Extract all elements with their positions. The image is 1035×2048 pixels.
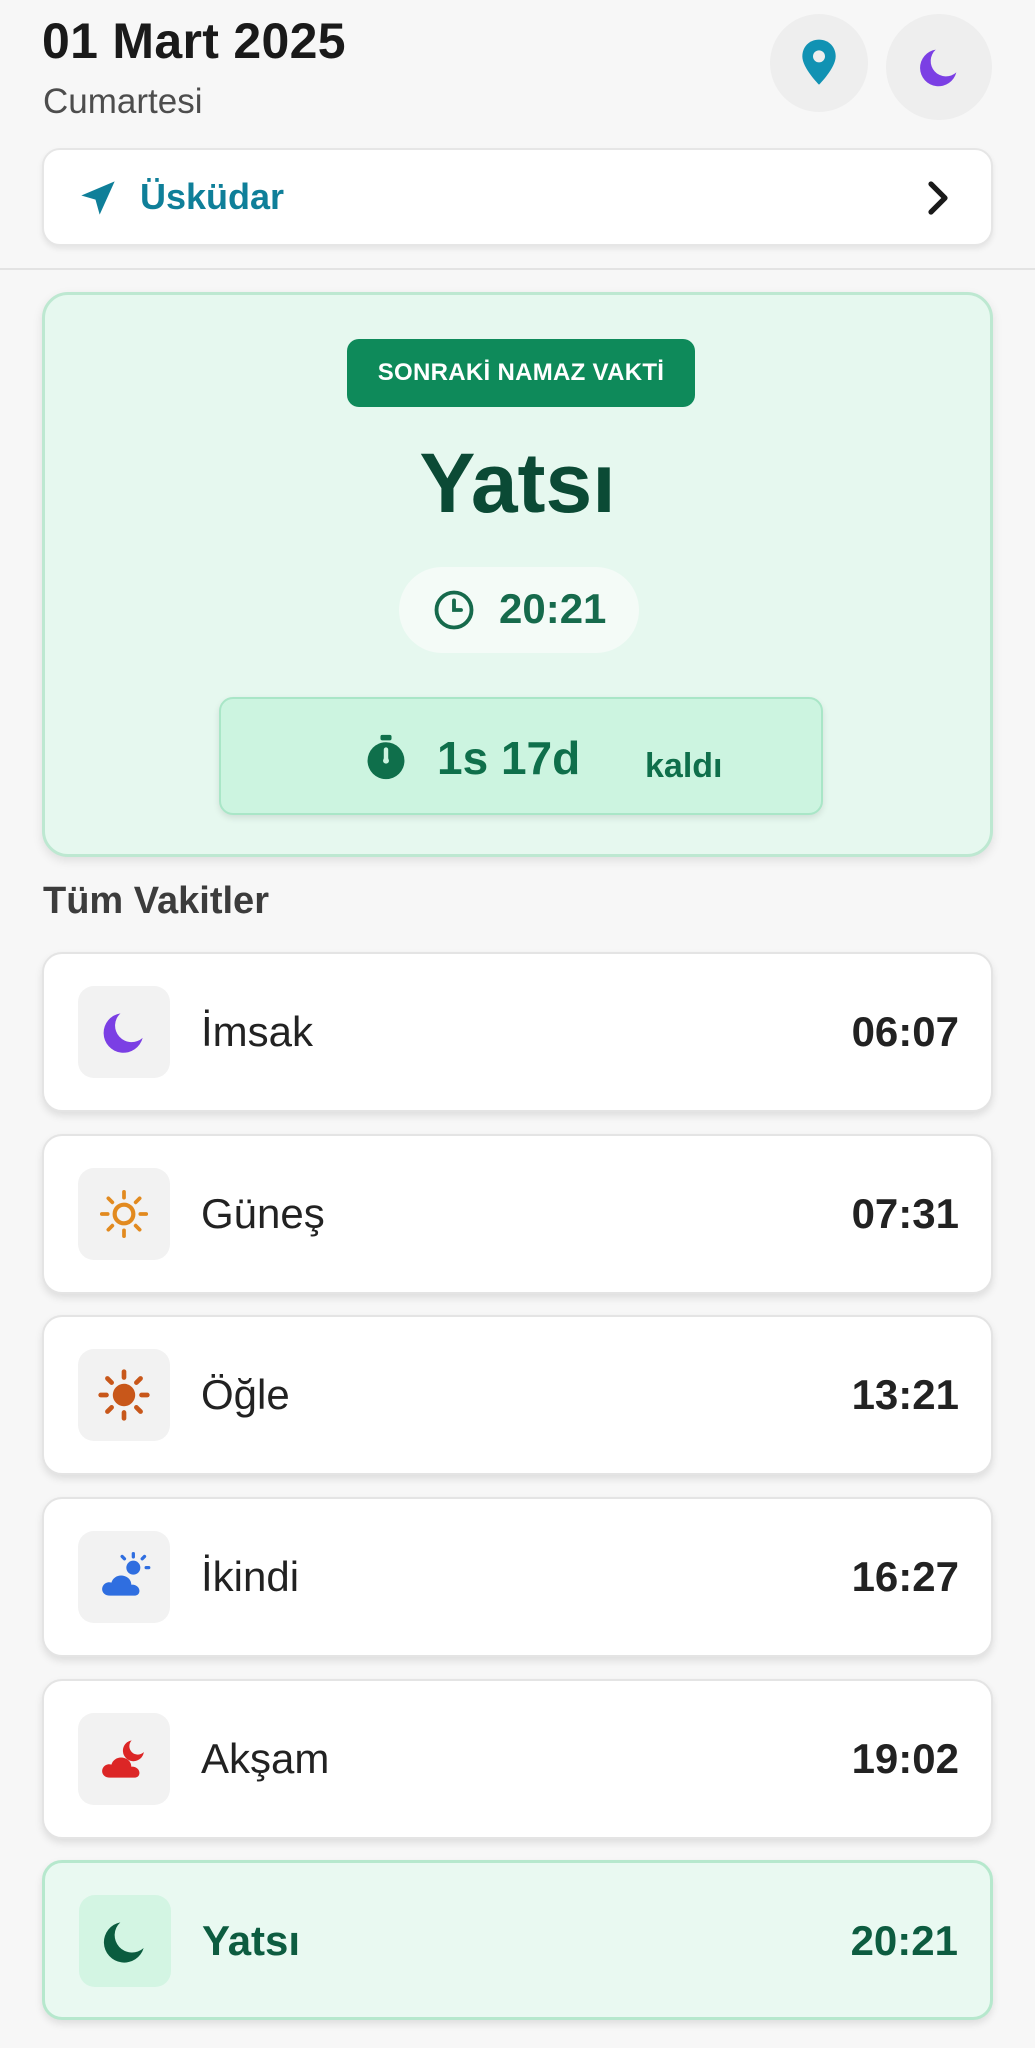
theme-toggle-button[interactable] bbox=[886, 14, 992, 120]
moon-icon bbox=[920, 49, 957, 87]
cloud-sun-icon bbox=[102, 1552, 151, 1596]
next-prayer-card: SONRAKİ NAMAZ VAKTİ Yatsı 20:21 1s 17d k… bbox=[42, 292, 993, 857]
navigation-arrow-icon bbox=[81, 181, 115, 215]
location-name: Üsküdar bbox=[140, 176, 285, 217]
prayer-row-yatsi[interactable]: Yatsı 20:21 bbox=[42, 1860, 993, 2020]
next-prayer-name: Yatsı bbox=[419, 436, 616, 530]
prayer-name: Öğle bbox=[201, 1371, 290, 1418]
next-prayer-time-pill: 20:21 bbox=[399, 567, 639, 653]
prayer-row-gunes[interactable]: Güneş 07:31 bbox=[42, 1134, 993, 1294]
prayer-time: 20:21 bbox=[850, 1917, 958, 1964]
chevron-right-icon bbox=[928, 181, 948, 215]
prayer-row-ikindi[interactable]: İkindi 16:27 bbox=[42, 1497, 993, 1657]
remaining-suffix: kaldı bbox=[645, 747, 723, 785]
prayer-time: 13:21 bbox=[851, 1371, 959, 1418]
prayer-name: İmsak bbox=[201, 1008, 314, 1055]
prayer-name: Akşam bbox=[201, 1735, 330, 1782]
location-button[interactable] bbox=[770, 14, 868, 112]
location-selector[interactable]: Üsküdar bbox=[42, 148, 993, 246]
moon-icon bbox=[103, 1013, 143, 1053]
prayer-icon-box bbox=[78, 1713, 170, 1805]
prayer-time: 19:02 bbox=[851, 1735, 959, 1782]
day-name: Cumartesi bbox=[43, 82, 203, 121]
prayer-icon-box bbox=[78, 1531, 170, 1623]
countdown-box: 1s 17d kaldı bbox=[219, 697, 823, 815]
section-title: Tüm Vakitler bbox=[43, 880, 269, 922]
prayer-time: 06:07 bbox=[851, 1008, 959, 1055]
cloud-moon-icon bbox=[102, 1740, 144, 1778]
sun-icon bbox=[98, 1369, 150, 1421]
date-title: 01 Mart 2025 bbox=[42, 13, 346, 69]
prayer-icon-box bbox=[78, 1349, 170, 1441]
crescent-moon-icon bbox=[103, 1922, 144, 1963]
clock-icon bbox=[434, 590, 474, 630]
prayer-time: 16:27 bbox=[851, 1553, 959, 1600]
prayer-icon-box bbox=[78, 1168, 170, 1260]
prayer-row-aksam[interactable]: Akşam 19:02 bbox=[42, 1679, 993, 1839]
prayer-row-imsak[interactable]: İmsak 06:07 bbox=[42, 952, 993, 1112]
prayer-icon-box bbox=[78, 986, 170, 1078]
next-prayer-time: 20:21 bbox=[499, 585, 607, 632]
header: 01 Mart 2025 Cumartesi Üsküdar bbox=[0, 0, 1035, 270]
map-pin-icon bbox=[802, 39, 836, 85]
next-prayer-badge: SONRAKİ NAMAZ VAKTİ bbox=[347, 339, 695, 407]
remaining-time: 1s 17d bbox=[437, 732, 581, 784]
prayer-time: 07:31 bbox=[851, 1190, 959, 1237]
prayer-name: İkindi bbox=[201, 1553, 300, 1600]
stopwatch-icon bbox=[367, 734, 405, 780]
prayer-name: Güneş bbox=[201, 1190, 325, 1237]
prayer-name: Yatsı bbox=[202, 1917, 301, 1964]
sunrise-icon bbox=[99, 1189, 149, 1239]
prayer-row-ogle[interactable]: Öğle 13:21 bbox=[42, 1315, 993, 1475]
prayer-icon-box bbox=[79, 1895, 171, 1987]
